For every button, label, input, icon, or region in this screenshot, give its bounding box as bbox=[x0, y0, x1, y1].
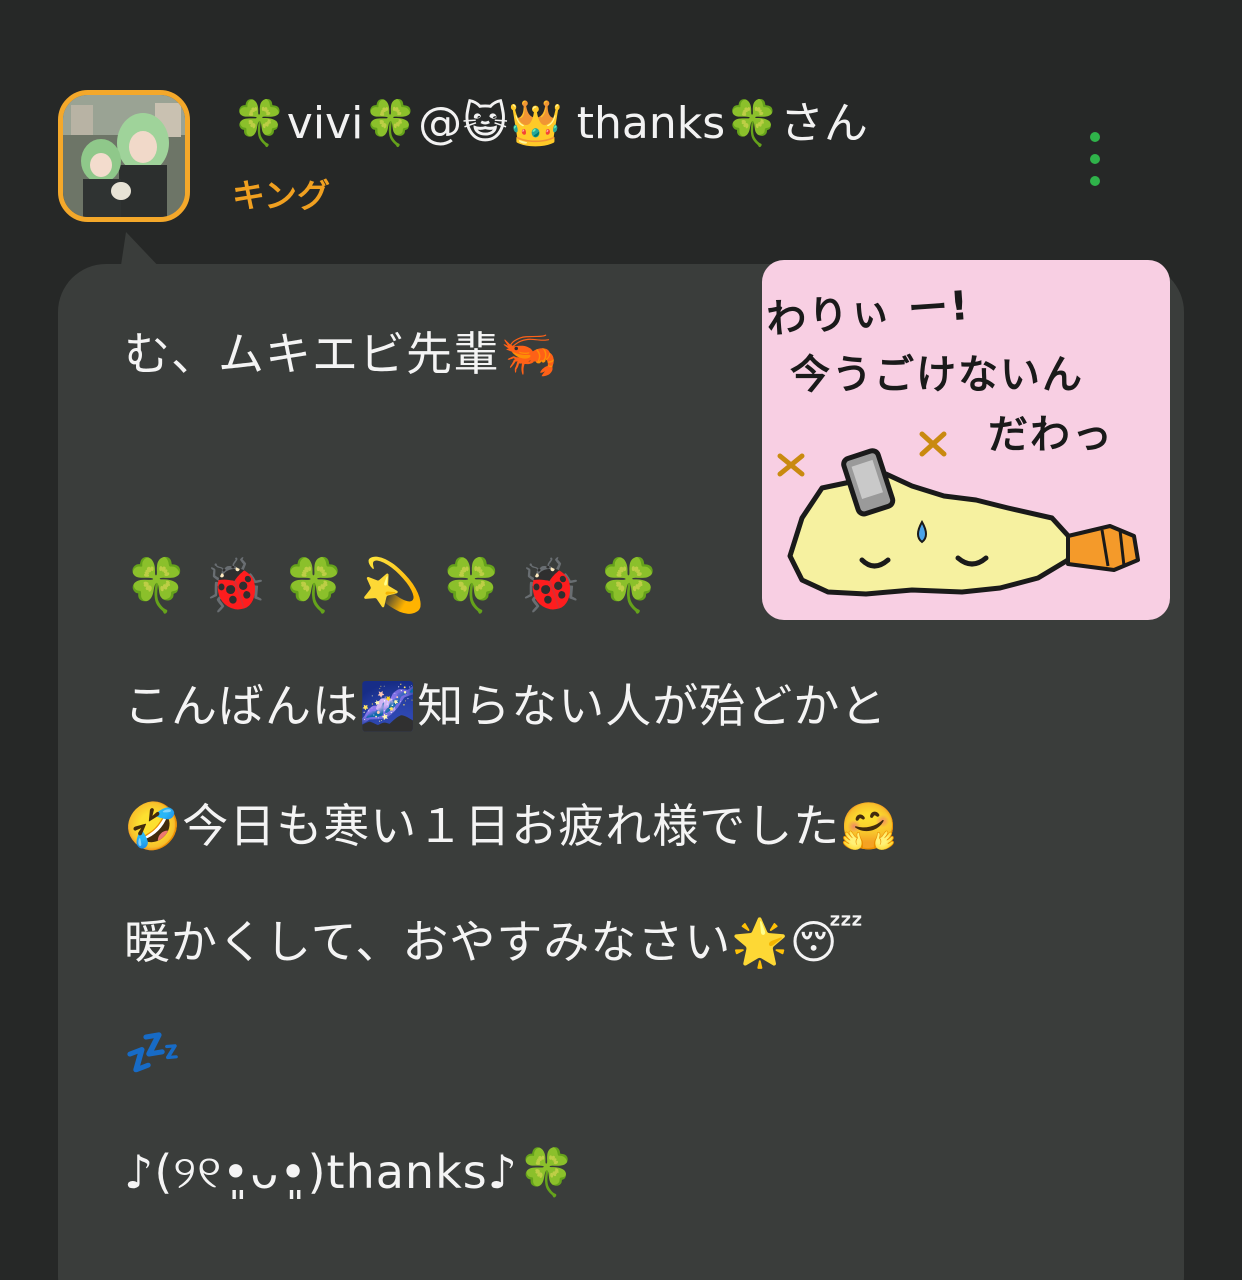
username[interactable]: 🍀vivi🍀@😺👑 thanks🍀さん bbox=[232, 94, 868, 154]
message-line: 🍀🐞🍀💫🍀🐞🍀 bbox=[124, 556, 676, 616]
message-line: 🤣今日も寒い１日お疲れ様でした🤗 bbox=[124, 799, 899, 853]
menu-dot bbox=[1090, 132, 1100, 142]
message-line: む、ムキエビ先輩🦐 bbox=[124, 327, 559, 381]
menu-dot bbox=[1090, 154, 1100, 164]
rank-badge: キング bbox=[232, 176, 331, 215]
message-line: 暖かくして、おやすみなさい🌟😴 bbox=[124, 915, 865, 969]
sticker-text-line: だわっ bbox=[988, 412, 1114, 458]
sticker-text-line: 今うごけないん bbox=[790, 352, 1084, 398]
message-line: こんばんは🌌知らない人が殆どかと bbox=[124, 679, 888, 733]
chat-screen: 🍀vivi🍀@😺👑 thanks🍀さん キング む、ムキエビ先輩🦐 🍀🐞🍀💫🍀🐞… bbox=[0, 0, 1242, 1280]
more-vertical-icon[interactable] bbox=[1078, 126, 1112, 192]
message-line: ♪(୨୧•͈ᴗ•͈)thanks♪🍀 bbox=[124, 1145, 577, 1199]
avatar-image bbox=[63, 95, 185, 217]
avatar[interactable] bbox=[58, 90, 190, 222]
sticker-image[interactable]: わりぃ ー! 今うごけないん だわっ bbox=[762, 260, 1170, 620]
menu-dot bbox=[1090, 176, 1100, 186]
message-line: 💤 bbox=[124, 1025, 183, 1079]
